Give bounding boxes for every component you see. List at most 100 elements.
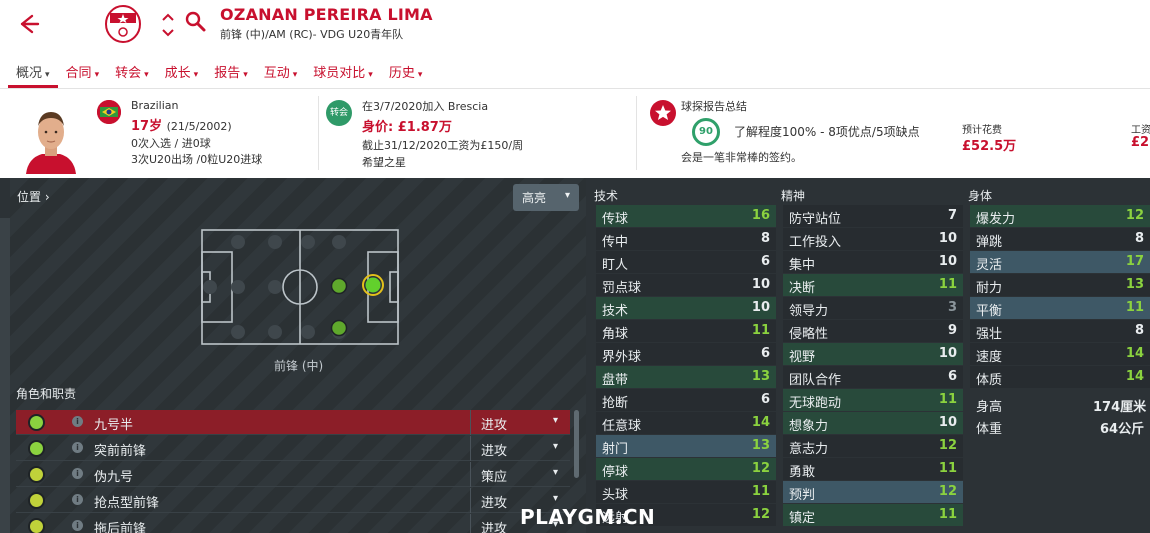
attribute-value: 8 [1134, 231, 1144, 246]
role-row[interactable]: i 拖后前锋 进攻 ▾ [16, 514, 570, 533]
attribute-value: 17 [1125, 254, 1144, 269]
height-label: 身高 [976, 400, 1003, 415]
attribute-value: 11 [751, 323, 770, 338]
attribute-value: 13 [751, 369, 770, 384]
tab-overview[interactable]: 概况 ▾ [8, 58, 58, 88]
transfer-badge: 转会 [326, 100, 352, 126]
attribute-name: 技术 [602, 304, 629, 319]
attribute-row[interactable]: 抢断 6 [596, 389, 776, 411]
info-icon[interactable]: i [72, 468, 83, 479]
info-icon[interactable]: i [72, 494, 83, 505]
duty-dropdown[interactable]: 进攻 ▾ [470, 436, 570, 461]
attribute-row[interactable]: 防守站位 7 [783, 205, 963, 227]
attribute-row[interactable]: 停球 12 [596, 458, 776, 480]
divider [636, 96, 637, 170]
role-row[interactable]: i 突前前锋 进攻 ▾ [16, 436, 570, 461]
role-row[interactable]: i 九号半 进攻 ▾ [16, 410, 570, 435]
attribute-row[interactable]: 界外球 6 [596, 343, 776, 365]
attribute-row[interactable]: 集中 10 [783, 251, 963, 273]
tab-contract[interactable]: 合同 ▾ [58, 58, 108, 88]
attribute-row[interactable]: 无球跑动 11 [783, 389, 963, 411]
position-pitch [201, 229, 399, 345]
attribute-row[interactable]: 速度 14 [970, 343, 1150, 365]
attribute-row[interactable]: 弹跳 8 [970, 228, 1150, 250]
nationality: Brazilian [131, 99, 179, 112]
attribute-row[interactable]: 爆发力 12 [970, 205, 1150, 227]
attribute-row[interactable]: 想象力 10 [783, 412, 963, 434]
chevron-down-icon: ▾ [193, 70, 199, 80]
attribute-row[interactable]: 团队合作 6 [783, 366, 963, 388]
attribute-row[interactable]: 领导力 3 [783, 297, 963, 319]
attribute-value: 10 [751, 277, 770, 292]
wage-value: £2 [1131, 135, 1150, 150]
attribute-name: 耐力 [976, 281, 1003, 296]
international-caps: 0次入选 / 进0球 [131, 137, 211, 150]
attribute-row[interactable]: 角球 11 [596, 320, 776, 342]
u20-caps: 3次U20出场 /0粒U20进球 [131, 153, 263, 166]
tab-reports[interactable]: 报告 ▾ [206, 58, 256, 88]
attribute-name: 工作投入 [789, 235, 842, 250]
highlight-dropdown[interactable]: 高亮 ▾ [513, 184, 579, 211]
role-rating-icon [28, 466, 45, 483]
attribute-row[interactable]: 视野 10 [783, 343, 963, 365]
attribute-row[interactable]: 预判 12 [783, 481, 963, 503]
attribute-name: 传中 [602, 235, 629, 250]
info-icon[interactable]: i [72, 520, 83, 531]
back-arrow-icon[interactable] [14, 10, 42, 38]
attribute-value: 11 [938, 461, 957, 476]
tab-development[interactable]: 成长 ▾ [157, 58, 207, 88]
attribute-row[interactable]: 技术 10 [596, 297, 776, 319]
scout-report-title: 球探报告总结 [681, 100, 747, 113]
attribute-name: 爆发力 [976, 212, 1016, 227]
attribute-row[interactable]: 耐力 13 [970, 274, 1150, 296]
attribute-name: 勇敢 [789, 465, 816, 480]
attribute-row[interactable]: 灵活 17 [970, 251, 1150, 273]
player-name: OZANAN PEREIRA LIMA [220, 5, 433, 24]
attribute-row[interactable]: 意志力 12 [783, 435, 963, 457]
role-row[interactable]: i 抢点型前锋 进攻 ▾ [16, 488, 570, 513]
tab-history[interactable]: 历史 ▾ [381, 58, 431, 88]
attribute-row[interactable]: 镇定 11 [783, 504, 963, 526]
positions-title[interactable]: 位置 › [17, 188, 50, 205]
search-icon[interactable] [184, 10, 208, 34]
attribute-value: 8 [760, 231, 770, 246]
prev-next-player-icon[interactable] [160, 10, 176, 40]
attribute-row[interactable]: 盯人 6 [596, 251, 776, 273]
attribute-value: 12 [938, 484, 957, 499]
wage-label: 工资 [1131, 125, 1150, 136]
chevron-down-icon: ▾ [417, 70, 423, 80]
info-icon[interactable]: i [72, 442, 83, 453]
attribute-row[interactable]: 侵略性 9 [783, 320, 963, 342]
attribute-name: 意志力 [789, 442, 829, 457]
attribute-row[interactable]: 任意球 14 [596, 412, 776, 434]
chevron-down-icon: ▾ [292, 70, 298, 80]
duty-dropdown[interactable]: 进攻 ▾ [470, 410, 570, 435]
attribute-row[interactable]: 决断 11 [783, 274, 963, 296]
attribute-row[interactable]: 强壮 8 [970, 320, 1150, 342]
attribute-name: 强壮 [976, 327, 1003, 342]
attribute-name: 界外球 [602, 350, 642, 365]
attribute-name: 传球 [602, 212, 629, 227]
attribute-row[interactable]: 传球 16 [596, 205, 776, 227]
attribute-row[interactable]: 射门 13 [596, 435, 776, 457]
info-icon[interactable]: i [72, 416, 83, 427]
attribute-row[interactable]: 平衡 11 [970, 297, 1150, 319]
attribute-row[interactable]: 传中 8 [596, 228, 776, 250]
attribute-row[interactable]: 体质 14 [970, 366, 1150, 388]
attribute-name: 盘带 [602, 373, 629, 388]
attribute-name: 角球 [602, 327, 629, 342]
roles-scrollbar[interactable] [574, 410, 579, 478]
attribute-name: 想象力 [789, 419, 829, 434]
role-row[interactable]: i 伪九号 策应 ▾ [16, 462, 570, 487]
duty-dropdown[interactable]: 策应 ▾ [470, 462, 570, 487]
attribute-row[interactable]: 勇敢 11 [783, 458, 963, 480]
tab-transfer[interactable]: 转会 ▾ [107, 58, 157, 88]
attribute-row[interactable]: 头球 11 [596, 481, 776, 503]
attribute-row[interactable]: 盘带 13 [596, 366, 776, 388]
tab-interaction[interactable]: 互动 ▾ [256, 58, 306, 88]
tab-compare[interactable]: 球员对比 ▾ [305, 58, 381, 88]
attribute-value: 14 [1125, 346, 1144, 361]
player-status: 希望之星 [362, 156, 406, 169]
attribute-row[interactable]: 工作投入 10 [783, 228, 963, 250]
attribute-row[interactable]: 罚点球 10 [596, 274, 776, 296]
